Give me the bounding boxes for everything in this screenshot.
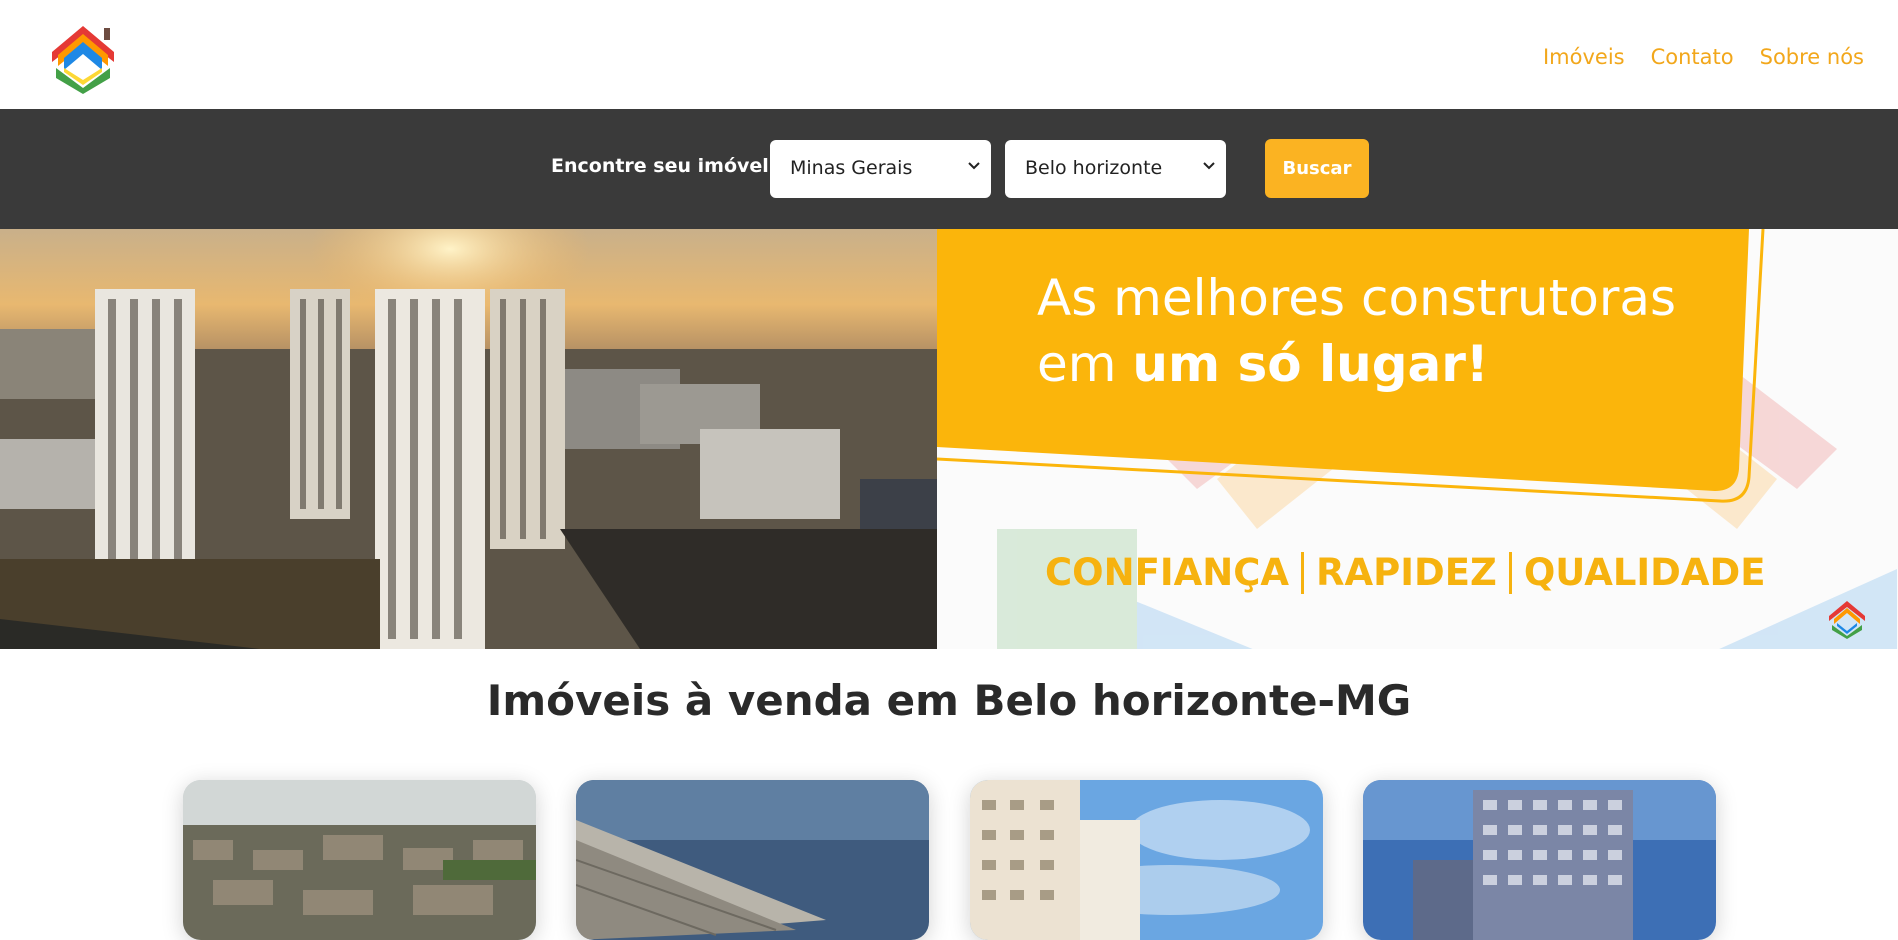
property-photo [183, 780, 536, 940]
chevron-down-icon [968, 162, 980, 170]
divider [1301, 551, 1305, 594]
site-header: Imóveis Contato Sobre nós [0, 0, 1898, 109]
hero-headline: As melhores construtoras em um só lugar! [1037, 265, 1676, 397]
main-nav: Imóveis Contato Sobre nós [1543, 45, 1864, 69]
state-select-value: Minas Gerais [790, 157, 913, 179]
tag-confianca: CONFIANÇA [1045, 551, 1290, 594]
state-select[interactable]: Minas Gerais [770, 140, 991, 198]
nav-contato[interactable]: Contato [1651, 45, 1734, 69]
hero-headline-line2: em um só lugar! [1037, 331, 1676, 397]
nav-imoveis[interactable]: Imóveis [1543, 45, 1625, 69]
property-card[interactable] [576, 780, 929, 940]
search-label: Encontre seu imóvel: [551, 155, 777, 177]
search-button[interactable]: Buscar [1265, 139, 1369, 198]
chevron-down-icon [1203, 162, 1215, 170]
hero-promo-panel: As melhores construtoras em um só lugar!… [937, 229, 1898, 649]
property-photo [970, 780, 1323, 940]
property-card[interactable] [970, 780, 1323, 940]
city-select-value: Belo horizonte [1025, 157, 1163, 179]
hero-banner: As melhores construtoras em um só lugar!… [0, 229, 1898, 649]
property-card[interactable] [1363, 780, 1716, 940]
search-bar: Encontre seu imóvel: Minas Gerais Belo h… [0, 109, 1898, 229]
property-photo [576, 780, 929, 940]
tag-rapidez: RAPIDEZ [1316, 551, 1497, 594]
hero-headline-bold: um só lugar! [1132, 335, 1489, 393]
nav-sobre-nos[interactable]: Sobre nós [1760, 45, 1864, 69]
hero-values: CONFIANÇA RAPIDEZ QUALIDADE [1045, 551, 1766, 594]
listing-title: Imóveis à venda em Belo horizonte-MG [486, 676, 1412, 725]
city-skyline-photo [0, 229, 937, 649]
tag-qualidade: QUALIDADE [1523, 551, 1766, 594]
hero-headline-line1: As melhores construtoras [1037, 269, 1677, 327]
city-select[interactable]: Belo horizonte [1005, 140, 1226, 198]
property-photo [1363, 780, 1716, 940]
house-logo-icon[interactable] [48, 22, 118, 94]
hero-headline-prefix: em [1037, 335, 1133, 393]
divider [1508, 551, 1512, 594]
property-card[interactable] [183, 780, 536, 940]
house-mini-logo-icon [1827, 599, 1867, 639]
